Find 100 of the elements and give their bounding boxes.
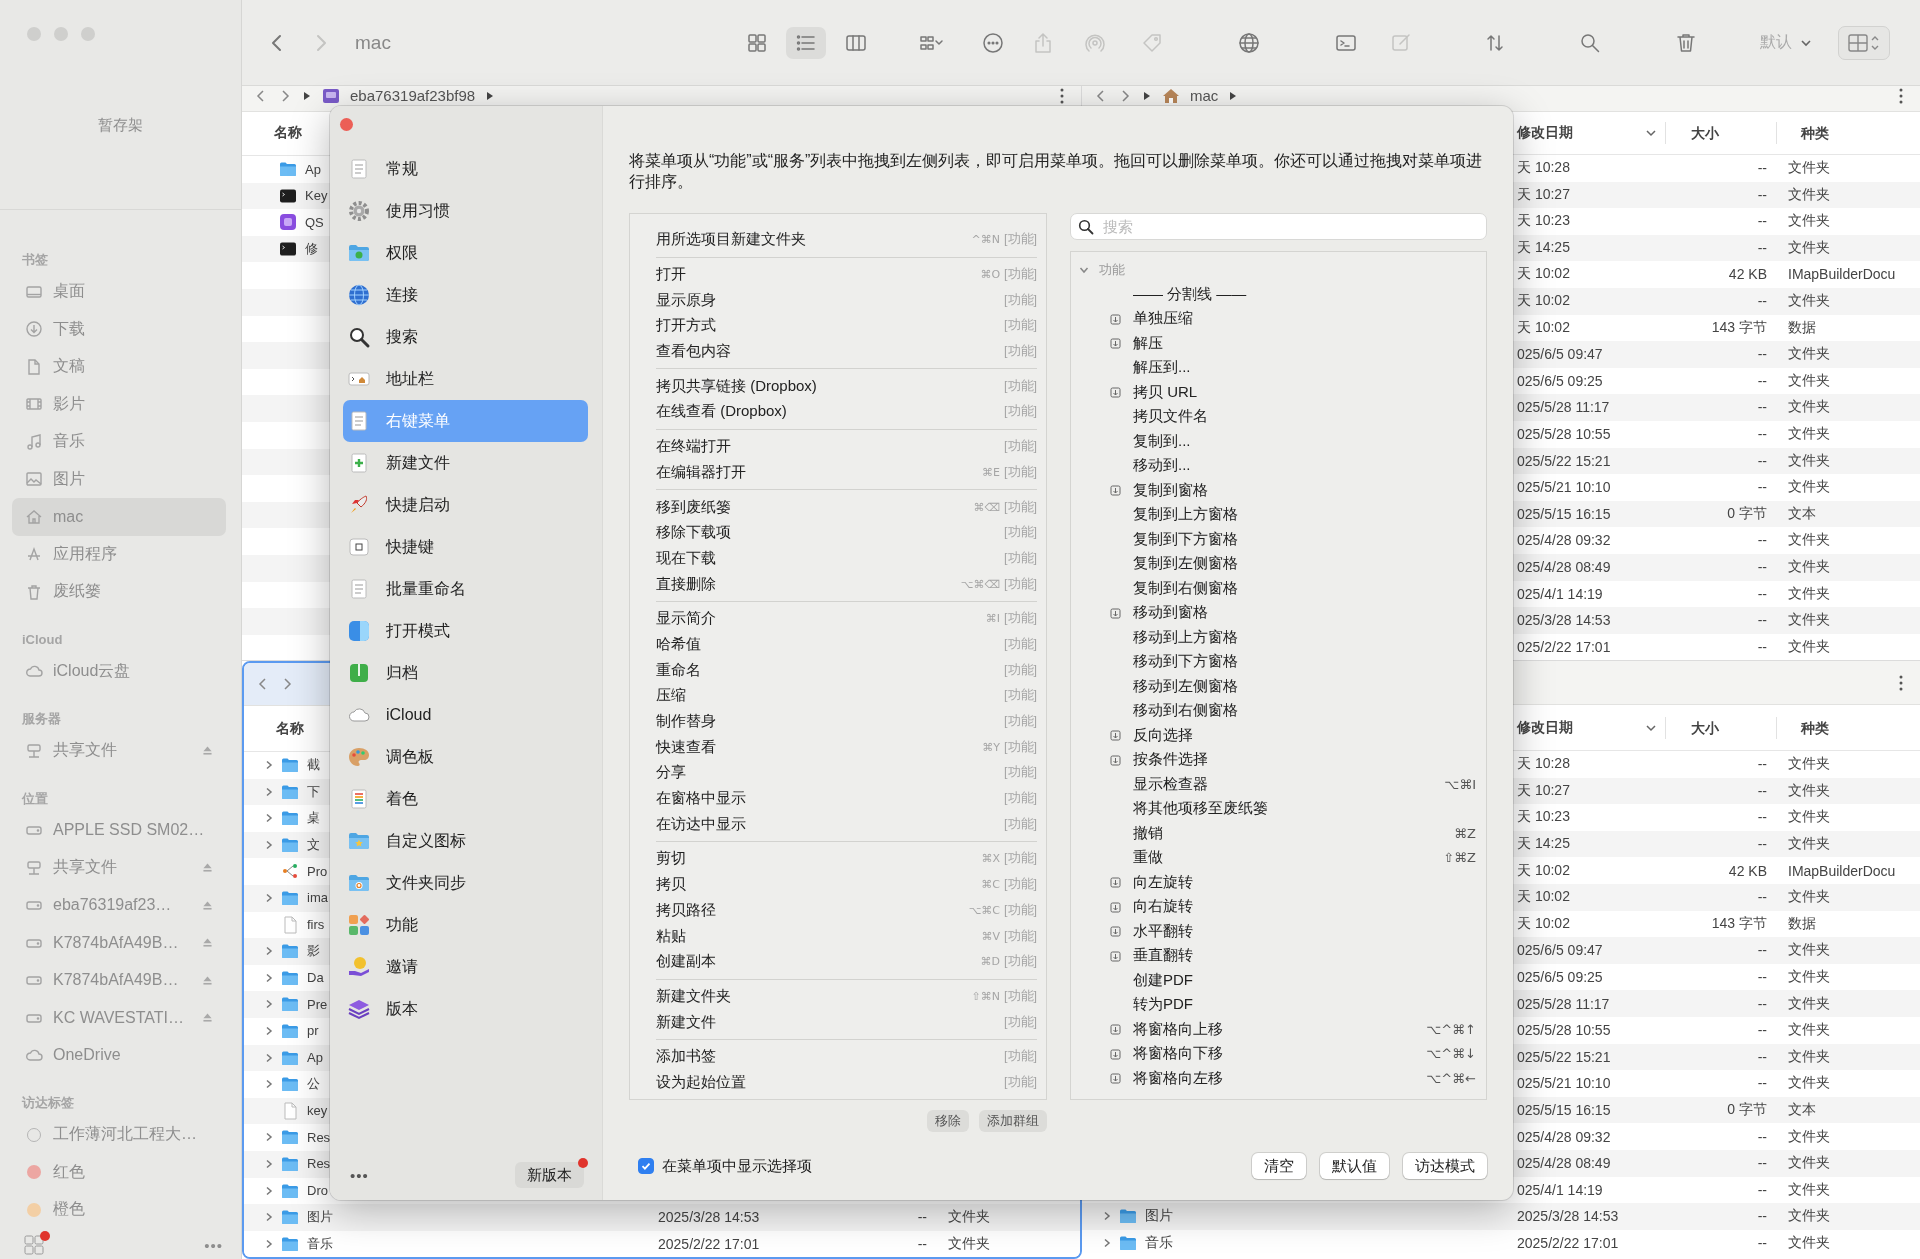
feature-item[interactable]: 单独压缩 (1133, 309, 1193, 329)
menu-item[interactable]: 移除下载项 (656, 523, 731, 543)
feature-item[interactable]: 反向选择 (1133, 725, 1193, 745)
menu-item[interactable]: 拷贝路径 (656, 900, 716, 920)
file-name[interactable]: 音乐 (1140, 1234, 1173, 1252)
feature-item[interactable]: 移动到右侧窗格 (1133, 701, 1238, 721)
path-crumb[interactable]: eba76319af23bf98 (350, 87, 476, 105)
list-action-button[interactable]: 移除 (927, 1110, 969, 1132)
chevron-icon[interactable] (264, 786, 274, 797)
layout-button[interactable] (1838, 25, 1890, 60)
settings-nav-item[interactable]: 搜索 (343, 316, 588, 358)
settings-nav-item[interactable]: 批量重命名 (343, 568, 588, 610)
column-header[interactable]: 大小 (1665, 121, 1776, 144)
settings-nav-item[interactable]: 常规 (343, 148, 588, 190)
path-crumb[interactable]: mac (1190, 87, 1219, 105)
eject-icon[interactable] (201, 973, 214, 987)
settings-nav-item[interactable]: 新建文件 (343, 442, 588, 484)
file-name[interactable]: Dro (302, 1183, 328, 1198)
settings-nav-item[interactable]: 归档 (343, 652, 588, 694)
chevron-icon[interactable] (264, 1025, 274, 1036)
search-field[interactable]: 搜索 (1070, 213, 1487, 240)
feature-item[interactable]: 解压到... (1133, 358, 1191, 378)
chevron-icon[interactable] (264, 946, 274, 957)
file-name[interactable]: Pro (302, 863, 328, 879)
feature-item[interactable]: 向右旋转 (1133, 897, 1193, 917)
menu-item[interactable]: 用所选项目新建文件夹 (656, 230, 806, 250)
settings-nav-item[interactable]: 自定义图标 (343, 820, 588, 862)
menu-item[interactable]: 移到废纸篓 (656, 497, 731, 517)
chevron-icon[interactable] (264, 893, 274, 903)
settings-nav-item[interactable]: 快捷启动 (343, 484, 588, 526)
file-name[interactable]: Res (302, 1129, 331, 1145)
chevron-icon[interactable] (264, 1079, 274, 1090)
feature-item[interactable]: 解压 (1133, 333, 1163, 353)
eject-icon[interactable] (201, 898, 214, 912)
close-button[interactable] (340, 118, 353, 131)
file-name[interactable]: Da (302, 970, 324, 986)
list-action-button[interactable]: 添加群组 (979, 1110, 1047, 1132)
chevron-icon[interactable] (264, 1158, 274, 1169)
dialog-button[interactable]: 访达模式 (1403, 1153, 1487, 1179)
file-name[interactable]: ima (302, 890, 328, 906)
settings-nav-item[interactable]: 使用习惯 (343, 190, 588, 232)
menu-item[interactable]: 创建副本 (656, 952, 716, 972)
feature-item[interactable]: 移动到上方窗格 (1133, 627, 1238, 647)
feature-item[interactable]: 将其他项移至废纸篓 (1133, 799, 1268, 819)
feature-item[interactable]: 移动到左侧窗格 (1133, 676, 1238, 696)
menu-item[interactable]: 显示简介 (656, 609, 716, 629)
settings-nav-item[interactable]: 功能 (343, 904, 588, 946)
settings-nav-item[interactable]: 着色 (343, 778, 588, 820)
eject-icon[interactable] (201, 744, 214, 758)
chevron-icon[interactable] (1102, 1238, 1112, 1248)
settings-nav-item[interactable]: iCloud (343, 694, 588, 736)
settings-nav-item[interactable]: 文件夹同步 (343, 862, 588, 904)
feature-item[interactable]: 拷贝文件名 (1133, 407, 1208, 427)
list-view-button[interactable] (786, 26, 826, 59)
more-button[interactable]: ••• (350, 1166, 369, 1184)
menu-item[interactable]: 压缩 (656, 686, 686, 706)
feature-item[interactable]: 移动到窗格 (1133, 603, 1208, 623)
menu-item[interactable]: 制作替身 (656, 712, 716, 732)
more-button[interactable] (1898, 87, 1904, 105)
menu-item[interactable]: 在访达中显示 (656, 814, 746, 834)
file-name[interactable]: Ap (300, 161, 321, 177)
menu-item[interactable]: 打开 (656, 265, 686, 285)
eject-icon[interactable] (201, 861, 214, 875)
chevron-icon[interactable] (264, 760, 274, 770)
file-name[interactable]: key (302, 1103, 328, 1119)
feature-item[interactable]: 转为PDF (1133, 995, 1193, 1015)
feature-item[interactable]: 拷贝 URL (1133, 382, 1198, 402)
menu-item[interactable]: 分享 (656, 763, 686, 783)
menu-item[interactable]: 显示原身 (656, 290, 716, 310)
menu-item[interactable]: 添加书签 (656, 1047, 716, 1067)
menu-item[interactable]: 粘贴 (656, 926, 686, 946)
update-button[interactable]: 新版本 (515, 1162, 584, 1188)
dialog-button[interactable]: 清空 (1252, 1153, 1306, 1179)
chevron-icon[interactable] (264, 1052, 274, 1063)
settings-nav-item[interactable]: 快捷键 (343, 526, 588, 568)
settings-nav-item[interactable]: 调色板 (343, 736, 588, 778)
menu-item[interactable]: 新建文件夹 (656, 986, 731, 1006)
feature-item[interactable]: 复制到上方窗格 (1133, 505, 1238, 525)
file-name[interactable]: 文 (302, 835, 320, 854)
chevron-icon[interactable] (264, 1132, 274, 1143)
file-name[interactable]: 修 (300, 239, 318, 258)
feature-item[interactable]: 向左旋转 (1133, 872, 1193, 892)
file-name[interactable]: pr (302, 1023, 319, 1039)
feature-item[interactable]: 复制到右侧窗格 (1133, 578, 1238, 598)
feature-item[interactable]: 显示检查器 (1133, 774, 1208, 794)
chevron-icon[interactable] (1102, 1211, 1112, 1222)
file-name[interactable]: firs (302, 917, 325, 933)
menu-item[interactable]: 新建文件 (656, 1012, 716, 1032)
file-name[interactable]: Pre (302, 996, 328, 1012)
menu-item[interactable]: 现在下载 (656, 548, 716, 568)
file-name[interactable]: Ap (302, 1050, 323, 1066)
feature-item[interactable]: 创建PDF (1133, 970, 1193, 990)
file-name[interactable]: 图片 (1140, 1207, 1173, 1226)
file-name[interactable]: 音乐 (302, 1234, 333, 1253)
menu-item[interactable]: 拷贝共享链接 (Dropbox) (656, 376, 817, 396)
file-name[interactable]: 桌 (302, 809, 320, 828)
chevron-icon[interactable] (264, 1238, 274, 1249)
menu-item[interactable]: 设为起始位置 (656, 1072, 746, 1092)
file-name[interactable]: QS (300, 214, 324, 230)
chevron-icon[interactable] (264, 1185, 274, 1196)
